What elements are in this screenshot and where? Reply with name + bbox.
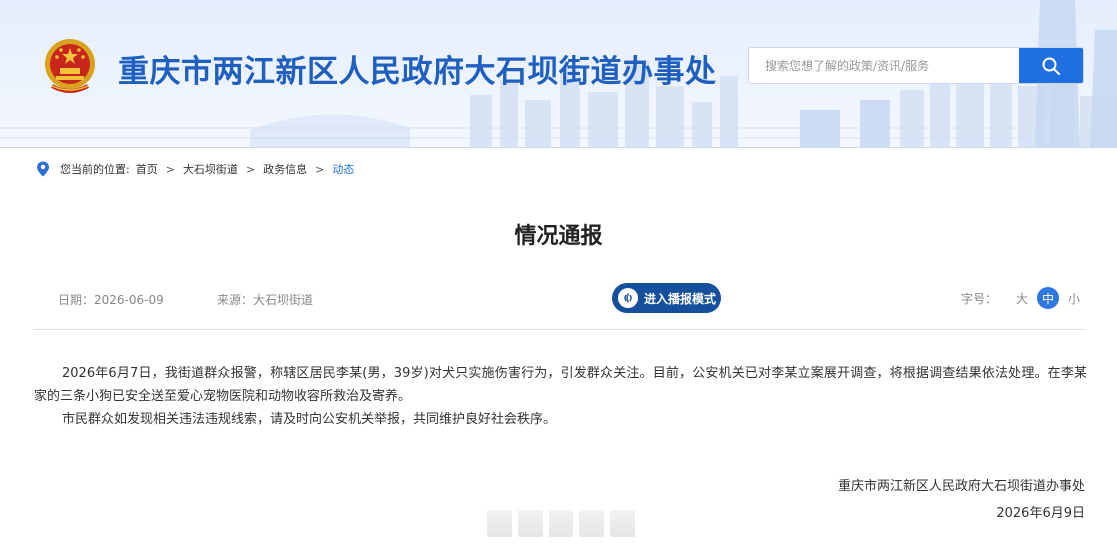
breadcrumb-prefix: 您当前的位置: xyxy=(60,163,130,176)
breadcrumb-separator: > xyxy=(315,162,325,176)
loading-placeholder xyxy=(487,510,635,537)
breadcrumb-current[interactable]: 动态 xyxy=(332,161,354,177)
meta-divider xyxy=(34,329,1085,330)
breadcrumb-home[interactable]: 首页 xyxy=(136,161,158,177)
publish-date: 日期：2026-06-09 xyxy=(58,293,164,307)
site-header: 重庆市两江新区人民政府大石坝街道办事处 xyxy=(0,0,1117,148)
header-divider xyxy=(0,147,1117,148)
placeholder-block xyxy=(517,510,543,537)
article-signature: 重庆市两江新区人民政府大石坝街道办事处 2026年6月9日 xyxy=(838,473,1085,527)
font-size-medium[interactable]: 中 xyxy=(1037,287,1059,309)
broadcast-label: 进入播报模式 xyxy=(644,291,717,306)
font-size-large[interactable]: 大 xyxy=(1011,287,1033,309)
site-title: 重庆市两江新区人民政府大石坝街道办事处 xyxy=(118,54,717,90)
article-paragraph: 市民群众如发现相关违法违规线索，请及时向公安机关举报，共同维护良好社会秩序。 xyxy=(62,412,557,427)
search-box xyxy=(748,47,1084,84)
placeholder-block xyxy=(487,510,512,537)
breadcrumb-gov-info[interactable]: 政务信息 xyxy=(263,161,307,177)
article-title: 情况通报 xyxy=(514,224,603,249)
font-size-small[interactable]: 小 xyxy=(1063,287,1085,309)
article-source: 来源：大石坝街道 xyxy=(217,293,314,307)
search-input[interactable] xyxy=(749,48,1020,83)
audio-wave-icon xyxy=(618,288,638,308)
breadcrumb-district[interactable]: 大石坝街道 xyxy=(183,161,238,177)
location-pin-icon xyxy=(37,161,49,177)
font-size-label: 字号： xyxy=(960,291,997,306)
breadcrumb-separator: > xyxy=(165,162,175,176)
font-size-control: 字号： 大 中 小 xyxy=(961,287,1085,309)
article-paragraph: 2026年6月7日，我街道群众报警，称辖区居民李某(男，39岁)对犬只实施伤害行… xyxy=(34,366,1087,404)
national-emblem-icon xyxy=(45,39,95,93)
signature-org: 重庆市两江新区人民政府大石坝街道办事处 xyxy=(837,479,1085,494)
article-body: 2026年6月7日，我街道群众报警，称辖区居民李某(男，39岁)对犬只实施伤害行… xyxy=(34,362,1087,431)
search-icon xyxy=(1042,57,1061,75)
placeholder-block xyxy=(610,510,635,537)
signature-date: 2026年6月9日 xyxy=(996,506,1085,521)
breadcrumb-separator: > xyxy=(245,162,256,176)
placeholder-block xyxy=(579,510,605,537)
article-meta: 日期：2026-06-09 来源：大石坝街道 进入播报模式 字号： 大 中 小 xyxy=(34,283,1085,315)
search-button[interactable] xyxy=(1019,48,1083,83)
broadcast-mode-button[interactable]: 进入播报模式 xyxy=(612,283,721,313)
placeholder-block xyxy=(548,510,574,537)
breadcrumb: 您当前的位置: 首页 > 大石坝街道 > 政务信息 > 动态 xyxy=(36,160,354,178)
